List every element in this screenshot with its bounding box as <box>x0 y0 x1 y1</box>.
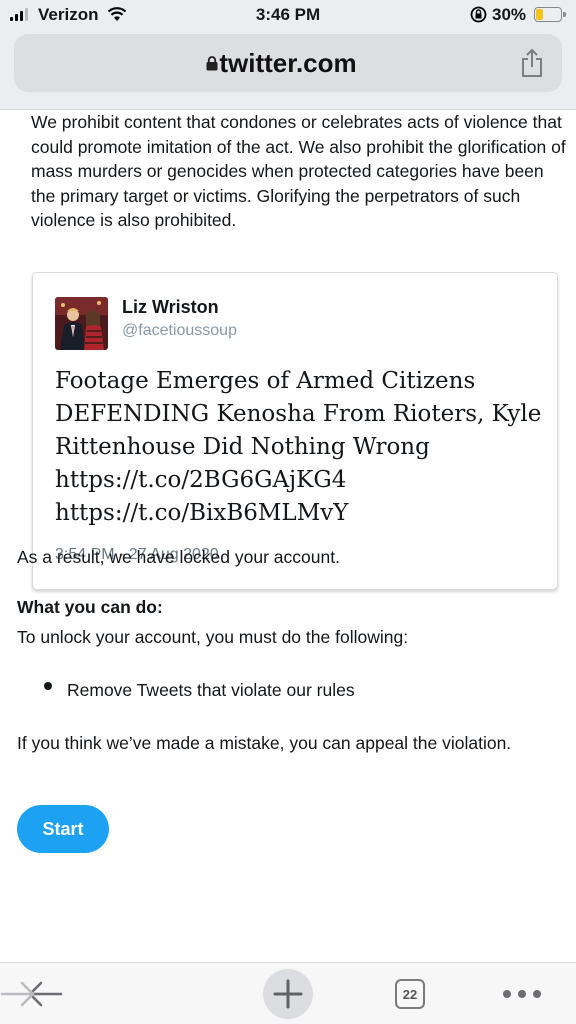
tabs-button[interactable]: 22 <box>394 963 426 1024</box>
battery-icon <box>534 7 566 22</box>
more-button[interactable] <box>500 963 544 1024</box>
share-icon[interactable] <box>520 48 544 78</box>
browser-toolbar: 22 <box>0 962 576 1024</box>
step-item: Remove Tweets that violate our rules <box>67 680 355 700</box>
status-bar: Verizon 3:46 PM 30% <box>0 0 576 30</box>
battery-level-fill <box>536 9 543 20</box>
tweet-card[interactable]: Liz Wriston @facetioussoup Footage Emerg… <box>32 272 558 590</box>
status-time: 3:46 PM <box>255 5 321 24</box>
tweet-author-name[interactable]: Liz Wriston <box>122 297 219 318</box>
forward-arrow-icon <box>0 981 35 1007</box>
forward-button[interactable] <box>0 963 36 1024</box>
address-bar[interactable]: twitter.com <box>14 34 562 92</box>
more-dots-icon <box>503 990 541 998</box>
bullet-icon <box>44 682 52 690</box>
start-button[interactable]: Start <box>17 805 109 853</box>
plus-icon <box>273 979 303 1009</box>
avatar[interactable] <box>55 297 108 350</box>
url-text: twitter.com <box>219 48 357 78</box>
tweet-author-handle[interactable]: @facetioussoup <box>122 322 237 340</box>
unlock-instruction: To unlock your account, you must do the … <box>17 627 409 647</box>
battery-percent: 30% <box>492 5 527 24</box>
tab-count-icon: 22 <box>395 979 425 1009</box>
new-tab-button[interactable] <box>262 963 314 1024</box>
appeal-text: If you think we’ve made a mistake, you c… <box>17 733 512 753</box>
policy-text: We prohibit content that condones or cel… <box>31 112 566 230</box>
tweet-text: Footage Emerges of Armed Citizens DEFEND… <box>55 368 542 526</box>
result-message: As a result, we have locked your account… <box>17 547 340 567</box>
orientation-lock-icon <box>470 6 487 23</box>
browser-header: twitter.com <box>0 30 576 110</box>
what-you-can-do-heading: What you can do: <box>17 597 163 617</box>
